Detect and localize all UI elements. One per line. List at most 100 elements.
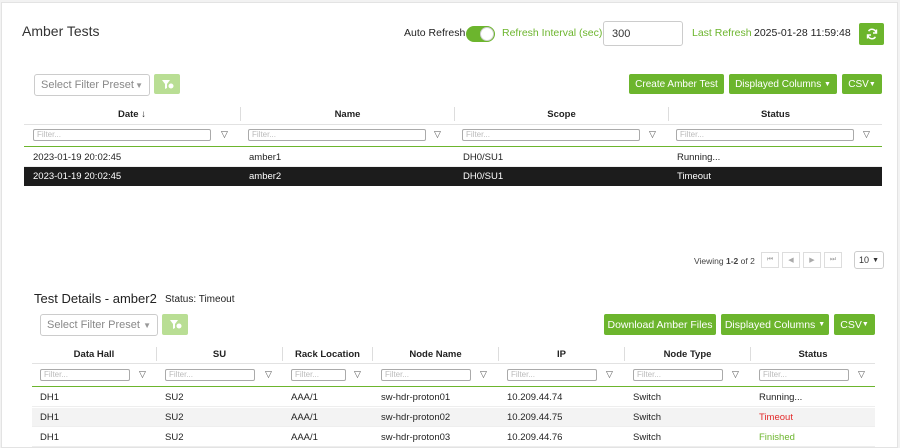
page-size-value: 10: [859, 255, 870, 265]
col-header-node-type[interactable]: Node Type: [625, 349, 750, 360]
row-node-name: sw-hdr-proton02: [381, 412, 451, 423]
row-name: amber2: [249, 171, 282, 182]
row-scope: DH0/SU1: [463, 171, 504, 182]
pagination-summary: Viewing 1-2 of 2: [694, 256, 755, 266]
csv-button[interactable]: CSV ▼: [842, 74, 882, 94]
filter-icon[interactable]: ▽: [139, 369, 146, 380]
displayed-columns-button[interactable]: Displayed Columns ▼: [729, 74, 837, 94]
col-header-ip[interactable]: IP: [499, 349, 624, 360]
row-node-type: Switch: [633, 412, 661, 423]
node-type-filter-input[interactable]: Filter...: [633, 369, 723, 381]
table-row[interactable]: DH1 SU2 AAA/1 sw-hdr-proton03 10.209.44.…: [32, 428, 875, 447]
row-status: Running...: [759, 392, 803, 403]
col-header-scope[interactable]: Scope: [455, 109, 668, 120]
row-rack: AAA/1: [291, 432, 318, 443]
details-displayed-columns-button[interactable]: Displayed Columns ▼: [721, 314, 829, 335]
col-header-su[interactable]: SU: [157, 349, 282, 360]
last-refresh-value: 2025-01-28 11:59:48: [754, 27, 851, 39]
col-header-name[interactable]: Name: [241, 109, 454, 120]
csv-label: CSV: [848, 78, 869, 90]
first-page-icon[interactable]: ⏮: [761, 252, 779, 268]
row-data-hall: DH1: [40, 392, 60, 403]
su-filter-input[interactable]: Filter...: [165, 369, 255, 381]
name-filter-input[interactable]: Filter...: [248, 129, 426, 141]
auto-refresh-label: Auto Refresh: [404, 27, 466, 39]
last-page-icon[interactable]: ⏭: [824, 252, 842, 268]
refresh-icon: [866, 28, 877, 40]
row-date: 2023-01-19 20:02:45: [33, 152, 122, 163]
filter-preset-placeholder: Select Filter Preset: [47, 319, 140, 331]
csv-label: CSV: [840, 318, 862, 331]
row-date: 2023-01-19 20:02:45: [33, 171, 122, 182]
filter-icon[interactable]: ▽: [858, 369, 865, 380]
filter-icon[interactable]: ▽: [265, 369, 272, 380]
amber-tests-panel: Amber Tests Auto Refresh Refresh Interva…: [1, 2, 898, 448]
rack-filter-input[interactable]: Filter...: [291, 369, 346, 381]
caret-down-icon: ▼: [868, 80, 876, 88]
page-size-select[interactable]: 10 ▼: [854, 251, 884, 269]
prev-page-icon[interactable]: ◀: [782, 252, 800, 268]
row-rack: AAA/1: [291, 392, 318, 403]
row-data-hall: DH1: [40, 432, 60, 443]
row-status: Running...: [677, 152, 721, 163]
row-su: SU2: [165, 392, 184, 403]
col-header-node-name[interactable]: Node Name: [373, 349, 498, 360]
col-header-date[interactable]: Date ↓: [24, 109, 240, 120]
details-csv-button[interactable]: CSV ▼: [834, 314, 875, 335]
col-header-data-hall[interactable]: Data Hall: [32, 349, 156, 360]
refresh-button[interactable]: [859, 23, 884, 45]
chevron-down-icon: ▼: [135, 80, 143, 90]
table-row-selected[interactable]: 2023-01-19 20:02:45 amber2 DH0/SU1 Timeo…: [24, 167, 882, 186]
details-filter-preset-select[interactable]: Select Filter Preset ▼: [40, 314, 158, 336]
filter-row-divider: [32, 386, 875, 387]
table-row[interactable]: 2023-01-19 20:02:45 amber1 DH0/SU1 Runni…: [24, 148, 882, 167]
col-header-status[interactable]: Status: [669, 109, 882, 120]
viewing-label: Viewing: [694, 256, 724, 266]
refresh-interval-label: Refresh Interval (sec): [502, 27, 603, 39]
row-data-hall: DH1: [40, 412, 60, 423]
status-filter-input[interactable]: Filter...: [759, 369, 849, 381]
col-date-label: Date: [118, 109, 139, 120]
filter-icon[interactable]: ▽: [434, 129, 441, 140]
filter-icon[interactable]: ▽: [480, 369, 487, 380]
scope-filter-input[interactable]: Filter...: [462, 129, 640, 141]
row-status-timeout: Timeout: [759, 412, 793, 423]
details-save-filter-preset-button[interactable]: [162, 314, 188, 335]
save-filter-preset-button[interactable]: [154, 74, 180, 94]
filter-icon[interactable]: ▽: [354, 369, 361, 380]
ip-filter-input[interactable]: Filter...: [507, 369, 597, 381]
header-divider: [32, 363, 875, 364]
filter-icon[interactable]: ▽: [863, 129, 870, 140]
row-su: SU2: [165, 432, 184, 443]
row-node-name: sw-hdr-proton01: [381, 392, 451, 403]
date-filter-input[interactable]: Filter...: [33, 129, 211, 141]
row-name: amber1: [249, 152, 282, 163]
displayed-columns-label: Displayed Columns: [735, 78, 822, 90]
filter-icon[interactable]: ▽: [221, 129, 228, 140]
refresh-interval-input[interactable]: 300: [603, 21, 683, 46]
table-row[interactable]: DH1 SU2 AAA/1 sw-hdr-proton02 10.209.44.…: [32, 408, 875, 427]
filter-preset-placeholder: Select Filter Preset: [41, 79, 134, 91]
table-row[interactable]: DH1 SU2 AAA/1 sw-hdr-proton01 10.209.44.…: [32, 388, 875, 407]
details-title: Test Details - amber2: [34, 291, 157, 306]
filter-icon[interactable]: ▽: [649, 129, 656, 140]
download-amber-files-button[interactable]: Download Amber Files: [604, 314, 716, 335]
toggle-knob: [480, 27, 494, 41]
col-header-status[interactable]: Status: [751, 349, 875, 360]
of-label: of: [740, 256, 748, 266]
filter-icon[interactable]: ▽: [732, 369, 739, 380]
data-hall-filter-input[interactable]: Filter...: [40, 369, 130, 381]
create-amber-test-button[interactable]: Create Amber Test: [629, 74, 724, 94]
filter-save-icon: [161, 79, 173, 89]
col-header-rack-location[interactable]: Rack Location: [283, 349, 372, 360]
node-name-filter-input[interactable]: Filter...: [381, 369, 471, 381]
row-ip: 10.209.44.74: [507, 392, 563, 403]
header-divider: [24, 124, 882, 125]
next-page-icon[interactable]: ▶: [803, 252, 821, 268]
filter-preset-select[interactable]: Select Filter Preset ▼: [34, 74, 150, 96]
caret-down-icon: ▼: [818, 321, 826, 328]
auto-refresh-toggle[interactable]: [466, 26, 495, 42]
status-filter-input[interactable]: Filter...: [676, 129, 854, 141]
last-refresh-label: Last Refresh: [692, 27, 752, 39]
filter-icon[interactable]: ▽: [606, 369, 613, 380]
